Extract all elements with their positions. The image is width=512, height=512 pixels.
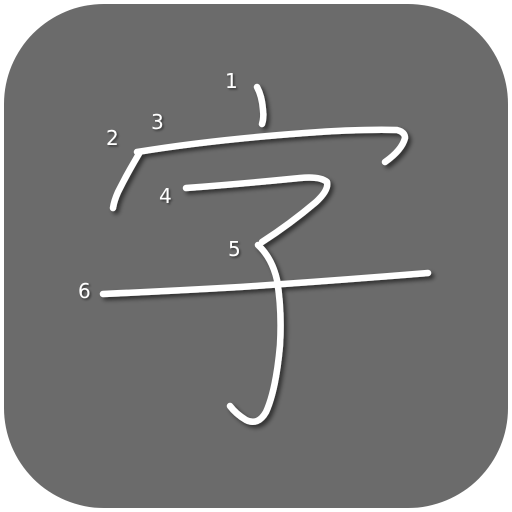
stroke-number-1: 1 [225,69,238,93]
kanji-app-icon[interactable]: 1 2 3 4 5 6 [0,0,512,512]
stroke-number-2: 2 [106,126,119,150]
stroke-number-3: 3 [151,110,164,134]
stroke-number-5: 5 [228,237,241,261]
stroke-number-4: 4 [159,184,172,208]
stroke-number-6: 6 [78,279,91,303]
icon-background [4,4,508,508]
